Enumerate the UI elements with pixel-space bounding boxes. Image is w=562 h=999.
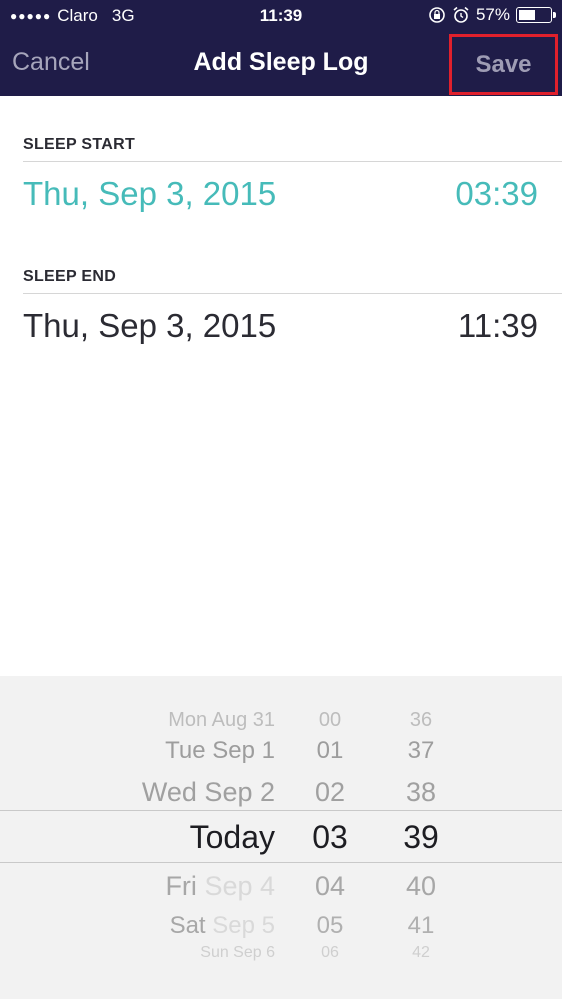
sleep-start-row[interactable]: Thu, Sep 3, 2015 03:39 bbox=[23, 175, 538, 213]
picker-hour-column[interactable]: 00 01 02 03 04 05 06 bbox=[300, 676, 360, 999]
picker-minute-option[interactable]: 40 bbox=[391, 871, 451, 902]
header: ●●●●● Claro 3G 11:39 57% Cancel Add Slee… bbox=[0, 0, 562, 96]
picker-hour-selected[interactable]: 03 bbox=[300, 819, 360, 856]
picker-date-monthday: Sep 5 bbox=[212, 912, 275, 939]
picker-minute-option[interactable]: 41 bbox=[391, 912, 451, 940]
battery-icon bbox=[516, 7, 556, 23]
battery-percent: 57% bbox=[475, 5, 510, 24]
picker-date-weekday: Sat bbox=[169, 912, 206, 939]
save-button[interactable]: Save bbox=[449, 34, 558, 95]
picker-minute-option[interactable]: 42 bbox=[391, 944, 451, 962]
divider bbox=[23, 293, 562, 294]
picker-date-option[interactable]: Sat Sep 5 bbox=[170, 912, 275, 940]
picker-date-column[interactable]: Mon Aug 31 Tue Sep 1 Wed Sep 2 Today Fri… bbox=[0, 676, 275, 999]
picker-minute-option[interactable]: 37 bbox=[391, 737, 451, 765]
picker-hour-option[interactable]: 00 bbox=[300, 709, 360, 732]
picker-hour-option[interactable]: 05 bbox=[300, 912, 360, 940]
nav-bar: Cancel Add Sleep Log Save bbox=[0, 34, 562, 95]
sleep-start-label: SLEEP START bbox=[23, 136, 136, 153]
picker-date-option[interactable]: Mon Aug 31 bbox=[168, 709, 275, 732]
sleep-start-date: Thu, Sep 3, 2015 bbox=[23, 175, 277, 212]
picker-date-option[interactable]: Tue Sep 1 bbox=[165, 737, 275, 765]
picker-minute-selected[interactable]: 39 bbox=[391, 819, 451, 856]
date-time-picker[interactable]: Mon Aug 31 Tue Sep 1 Wed Sep 2 Today Fri… bbox=[0, 676, 562, 999]
sleep-end-date: Thu, Sep 3, 2015 bbox=[23, 307, 277, 344]
picker-minute-column[interactable]: 36 37 38 39 40 41 42 bbox=[391, 676, 451, 999]
picker-hour-option[interactable]: 01 bbox=[300, 737, 360, 765]
picker-minute-option[interactable]: 38 bbox=[391, 777, 451, 808]
save-button-label: Save bbox=[475, 50, 532, 78]
status-right: 57% bbox=[428, 5, 556, 25]
status-bar: ●●●●● Claro 3G 11:39 57% bbox=[0, 0, 562, 32]
picker-date-monthday: Sep 4 bbox=[204, 871, 275, 901]
sleep-end-time: 11:39 bbox=[457, 307, 538, 344]
picker-hour-option[interactable]: 04 bbox=[300, 871, 360, 902]
picker-date-option[interactable]: Sun Sep 6 bbox=[200, 944, 275, 962]
picker-date-option[interactable]: Fri Sep 4 bbox=[165, 871, 275, 902]
picker-date-weekday: Fri bbox=[165, 871, 197, 901]
picker-minute-option[interactable]: 36 bbox=[391, 709, 451, 732]
divider bbox=[23, 161, 562, 162]
picker-hour-option[interactable]: 06 bbox=[300, 944, 360, 962]
sleep-end-label: SLEEP END bbox=[23, 268, 117, 285]
alarm-icon bbox=[453, 6, 469, 23]
rotation-lock-icon bbox=[429, 7, 445, 23]
sleep-end-row[interactable]: Thu, Sep 3, 2015 11:39 bbox=[23, 307, 538, 345]
picker-date-selected[interactable]: Today bbox=[190, 819, 275, 856]
picker-date-option[interactable]: Wed Sep 2 bbox=[142, 777, 275, 808]
sleep-start-time: 03:39 bbox=[455, 175, 538, 212]
picker-hour-option[interactable]: 02 bbox=[300, 777, 360, 808]
